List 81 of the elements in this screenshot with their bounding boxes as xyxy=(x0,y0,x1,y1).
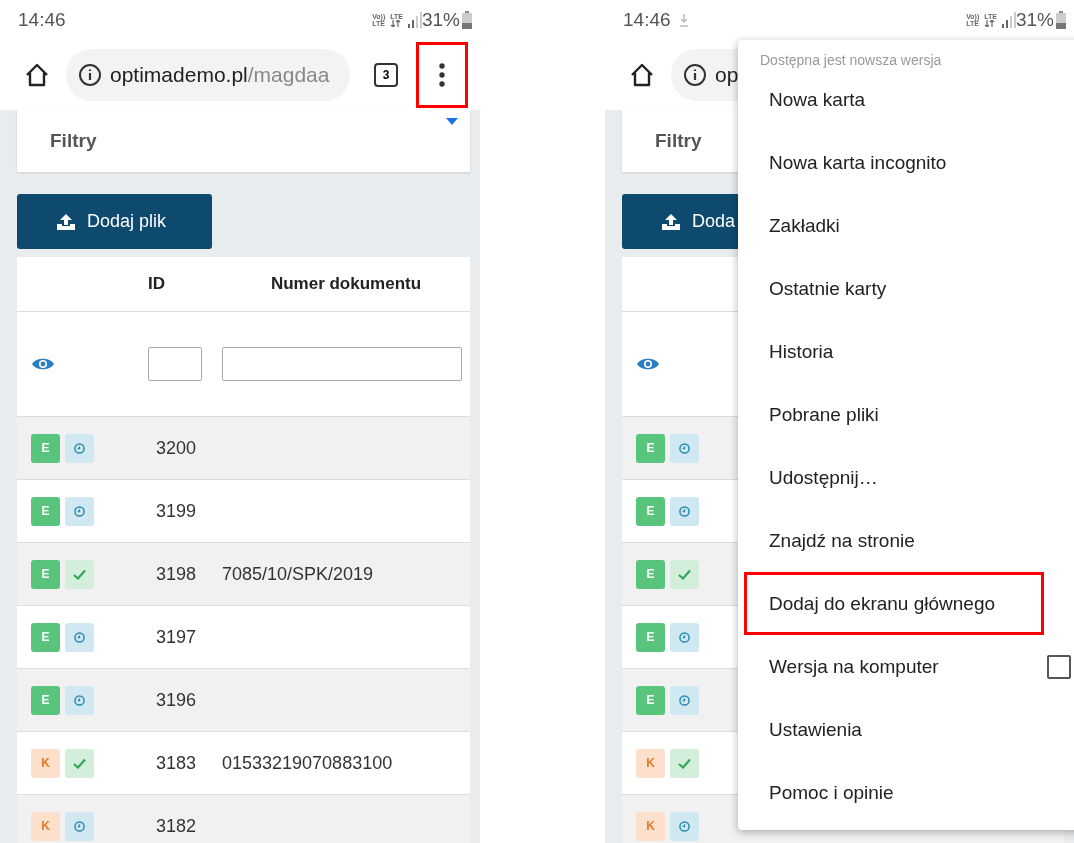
eye-icon[interactable] xyxy=(636,357,660,371)
address-bar[interactable]: optimademo.pl/magdaa xyxy=(66,49,350,101)
menu-item[interactable]: Dodaj do ekranu głównego xyxy=(744,572,1044,635)
id-cell-text: 3198 xyxy=(155,563,198,585)
type-badge: E xyxy=(31,685,60,715)
clock-time: 14:46 xyxy=(623,9,671,31)
info-icon xyxy=(78,63,102,87)
checkbox[interactable] xyxy=(1047,654,1071,679)
home-icon[interactable] xyxy=(24,62,50,88)
clock-icon xyxy=(74,631,85,643)
type-badge: E xyxy=(636,685,665,715)
menu-item[interactable]: Nowa karta xyxy=(744,68,1044,131)
type-badge: E xyxy=(31,496,60,526)
menu-button[interactable] xyxy=(416,42,468,108)
document-number-cell-text: 7085/10/SPK/2019 xyxy=(221,563,375,585)
menu-item[interactable]: Wersja na komputer xyxy=(744,635,1074,698)
filter-title: Filtry xyxy=(50,130,97,152)
menu-item[interactable]: Pomoc i opinie xyxy=(744,761,1044,824)
eye-icon[interactable] xyxy=(31,357,55,371)
clock-icon xyxy=(74,442,85,454)
signal-icon xyxy=(1001,12,1016,28)
check-icon xyxy=(678,757,691,769)
info-icon xyxy=(683,63,707,87)
type-badge: E xyxy=(31,622,60,652)
battery-icon xyxy=(1056,11,1066,29)
id-cell-text: 3199 xyxy=(155,500,198,522)
filter-title: Filtry xyxy=(655,130,702,152)
type-badge: E xyxy=(636,433,665,463)
menu-item[interactable]: Pobrane pliki xyxy=(744,383,1044,446)
type-badge: K xyxy=(636,811,665,841)
column-header: Numer dokumentu xyxy=(269,274,423,294)
check-icon xyxy=(73,757,86,769)
more-icon xyxy=(439,63,445,87)
check-icon xyxy=(678,568,691,580)
upload-icon xyxy=(662,213,680,230)
menu-item[interactable]: Nowa karta incognito xyxy=(744,131,1044,194)
tab-count[interactable]: 3 xyxy=(374,63,398,87)
clock-icon xyxy=(679,820,690,832)
type-badge: E xyxy=(31,433,60,463)
type-badge: K xyxy=(31,811,60,841)
id-cell-text: 3197 xyxy=(155,626,198,648)
clock-icon xyxy=(679,442,690,454)
id-cell-text: 3182 xyxy=(155,815,198,837)
clock-time: 14:46 xyxy=(18,9,66,31)
battery-percent: 31% xyxy=(1015,9,1054,31)
filter-panel[interactable]: Filtry xyxy=(17,110,470,172)
battery-percent: 31% xyxy=(421,9,460,31)
id-cell-text: 3196 xyxy=(155,689,198,711)
battery-icon xyxy=(462,11,472,29)
data-arrows-icon xyxy=(984,20,996,27)
signal-icon xyxy=(407,12,422,28)
column-header: ID xyxy=(148,274,166,294)
document-filter-field[interactable] xyxy=(222,347,462,381)
home-icon[interactable] xyxy=(629,62,655,88)
data-arrows-icon xyxy=(390,20,402,27)
caret-icon xyxy=(446,118,458,125)
type-badge: E xyxy=(636,622,665,652)
clock-icon xyxy=(679,631,690,643)
upload-icon xyxy=(57,213,75,230)
menu-item[interactable]: Udostępnij… xyxy=(744,446,1044,509)
menu-item[interactable]: Ostatnie karty xyxy=(744,257,1044,320)
type-badge: E xyxy=(636,496,665,526)
clock-icon xyxy=(679,694,690,706)
clock-icon xyxy=(74,820,85,832)
menu-item[interactable]: Znajdź na stronie xyxy=(744,509,1044,572)
type-badge: E xyxy=(31,559,60,589)
menu-item-label: Wersja na komputer xyxy=(769,655,939,678)
type-badge: E xyxy=(636,559,665,589)
menu-item[interactable]: Historia xyxy=(744,320,1044,383)
clock-icon xyxy=(74,694,85,706)
id-cell-text: 3183 xyxy=(155,752,198,774)
type-badge: K xyxy=(31,748,60,778)
clock-icon xyxy=(74,505,85,517)
id-filter-field[interactable] xyxy=(148,347,202,381)
id-cell-text: 3200 xyxy=(155,437,198,459)
check-icon xyxy=(73,568,86,580)
type-badge: K xyxy=(636,748,665,778)
document-number-cell-text: 01533219070883100 xyxy=(221,752,394,774)
menu-item[interactable]: Ustawienia xyxy=(744,698,1044,761)
clock-icon xyxy=(679,505,690,517)
upload-button[interactable]: Dodaj plik xyxy=(17,194,212,249)
